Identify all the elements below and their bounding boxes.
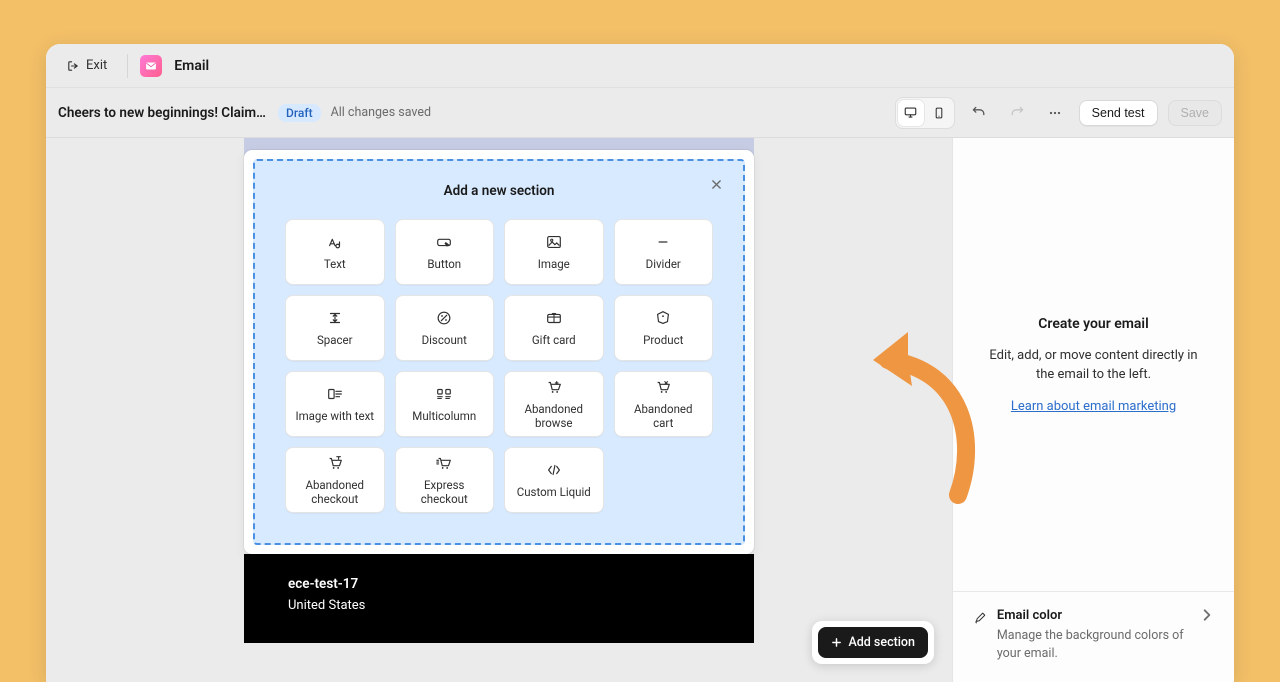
desktop-preview-button[interactable] bbox=[898, 100, 924, 126]
tile-label: Product bbox=[643, 333, 683, 347]
chevron-right-icon bbox=[1200, 608, 1214, 622]
image-icon bbox=[545, 233, 563, 251]
spacer-icon bbox=[326, 309, 344, 327]
section-tile-abandonedcheckout[interactable]: Abandonedcheckout bbox=[285, 447, 385, 513]
tile-label: Expresscheckout bbox=[421, 478, 468, 507]
section-tile-divider[interactable]: Divider bbox=[614, 219, 714, 285]
mobile-preview-button[interactable] bbox=[926, 100, 952, 126]
email-footer: ece-test-17 United States bbox=[244, 554, 754, 643]
desktop-icon bbox=[903, 105, 918, 120]
canvas-area: Add a new section Text Button Image Divider… bbox=[46, 138, 952, 682]
undo-button[interactable] bbox=[965, 99, 993, 127]
tile-label: Custom Liquid bbox=[517, 485, 591, 499]
section-tile-spacer[interactable]: Spacer bbox=[285, 295, 385, 361]
section-tile-giftcard[interactable]: Gift card bbox=[504, 295, 604, 361]
giftcard-icon bbox=[545, 309, 563, 327]
add-section-button[interactable]: Add section bbox=[818, 627, 928, 658]
multicolumn-icon bbox=[435, 385, 453, 403]
redo-button[interactable] bbox=[1003, 99, 1031, 127]
draft-badge: Draft bbox=[278, 104, 321, 122]
device-toggle bbox=[895, 97, 955, 129]
plus-icon bbox=[831, 637, 842, 648]
right-panel: Create your email Edit, add, or move con… bbox=[952, 138, 1234, 682]
topbar-divider bbox=[127, 54, 128, 78]
send-test-button[interactable]: Send test bbox=[1079, 100, 1158, 126]
tile-label: Abandonedbrowse bbox=[524, 402, 583, 431]
product-icon bbox=[654, 309, 672, 327]
paintbrush-icon bbox=[973, 609, 987, 627]
app-name: Email bbox=[174, 58, 209, 74]
panel-title: Add a new section bbox=[285, 183, 713, 199]
exit-label: Exit bbox=[86, 58, 107, 73]
imagewithtext-icon bbox=[326, 385, 344, 403]
close-icon bbox=[711, 179, 722, 190]
email-color-row[interactable]: Email color Manage the background colors… bbox=[973, 608, 1214, 662]
rp-text: Edit, add, or move content directly in t… bbox=[979, 346, 1208, 385]
tile-label: Spacer bbox=[317, 333, 353, 347]
section-tile-image[interactable]: Image bbox=[504, 219, 604, 285]
more-icon bbox=[1047, 105, 1063, 121]
main-area: Add a new section Text Button Image Divider… bbox=[46, 138, 1234, 682]
more-button[interactable] bbox=[1041, 99, 1069, 127]
app-window: Exit Email Cheers to new beginnings! Cla… bbox=[46, 44, 1234, 682]
topbar: Exit Email bbox=[46, 44, 1234, 88]
tile-label: Abandonedcheckout bbox=[305, 478, 364, 507]
email-color-title: Email color bbox=[997, 608, 1190, 623]
text-icon bbox=[326, 233, 344, 251]
button-icon bbox=[435, 233, 453, 251]
add-section-label: Add section bbox=[848, 635, 915, 650]
exit-button[interactable]: Exit bbox=[58, 54, 115, 77]
tile-label: Button bbox=[427, 257, 461, 271]
subheader: Cheers to new beginnings! Claim yo... Dr… bbox=[46, 88, 1234, 138]
divider-icon bbox=[654, 233, 672, 251]
rp-title: Create your email bbox=[1038, 316, 1148, 332]
section-grid: Text Button Image Divider Spacer Discount Gift… bbox=[285, 219, 713, 513]
close-button[interactable] bbox=[707, 175, 725, 193]
app-icon bbox=[140, 55, 162, 77]
footer-address: United States bbox=[288, 598, 710, 613]
section-tile-discount[interactable]: Discount bbox=[395, 295, 495, 361]
section-tile-multicolumn[interactable]: Multicolumn bbox=[395, 371, 495, 437]
email-color-desc: Manage the background colors of your ema… bbox=[997, 627, 1190, 662]
section-tile-imagewithtext[interactable]: Image with text bbox=[285, 371, 385, 437]
mobile-icon bbox=[932, 106, 946, 120]
envelope-icon bbox=[144, 59, 158, 73]
save-button[interactable]: Save bbox=[1168, 100, 1223, 126]
section-tile-text[interactable]: Text bbox=[285, 219, 385, 285]
right-panel-intro: Create your email Edit, add, or move con… bbox=[953, 138, 1234, 591]
abandonedcart-icon bbox=[654, 378, 672, 396]
abandonedbrowse-icon bbox=[545, 378, 563, 396]
section-tile-customliquid[interactable]: Custom Liquid bbox=[504, 447, 604, 513]
save-status: All changes saved bbox=[331, 105, 431, 120]
tile-label: Image with text bbox=[295, 409, 374, 423]
tile-label: Gift card bbox=[532, 333, 576, 347]
tile-label: Multicolumn bbox=[412, 409, 476, 423]
section-tile-product[interactable]: Product bbox=[614, 295, 714, 361]
redo-icon bbox=[1009, 105, 1025, 121]
add-section-fab: Add section bbox=[812, 621, 934, 664]
tile-label: Abandonedcart bbox=[634, 402, 693, 431]
abandonedcheckout-icon bbox=[326, 454, 344, 472]
learn-link[interactable]: Learn about email marketing bbox=[1011, 399, 1176, 414]
tile-label: Divider bbox=[646, 257, 681, 271]
exit-icon bbox=[66, 59, 80, 73]
add-section-panel: Add a new section Text Button Image Divider… bbox=[253, 159, 745, 545]
undo-icon bbox=[971, 105, 987, 121]
customliquid-icon bbox=[545, 461, 563, 479]
tile-label: Image bbox=[538, 257, 570, 271]
tile-label: Discount bbox=[422, 333, 467, 347]
section-tile-abandonedbrowse[interactable]: Abandonedbrowse bbox=[504, 371, 604, 437]
add-section-card: Add a new section Text Button Image Divider… bbox=[244, 150, 754, 554]
tile-label: Text bbox=[324, 257, 346, 271]
expresscheckout-icon bbox=[435, 454, 453, 472]
section-tile-abandonedcart[interactable]: Abandonedcart bbox=[614, 371, 714, 437]
footer-store-name: ece-test-17 bbox=[288, 576, 710, 592]
discount-icon bbox=[435, 309, 453, 327]
right-panel-bottom: Email color Manage the background colors… bbox=[953, 591, 1234, 682]
section-tile-expresscheckout[interactable]: Expresscheckout bbox=[395, 447, 495, 513]
section-tile-button[interactable]: Button bbox=[395, 219, 495, 285]
email-subject: Cheers to new beginnings! Claim yo... bbox=[58, 105, 268, 121]
